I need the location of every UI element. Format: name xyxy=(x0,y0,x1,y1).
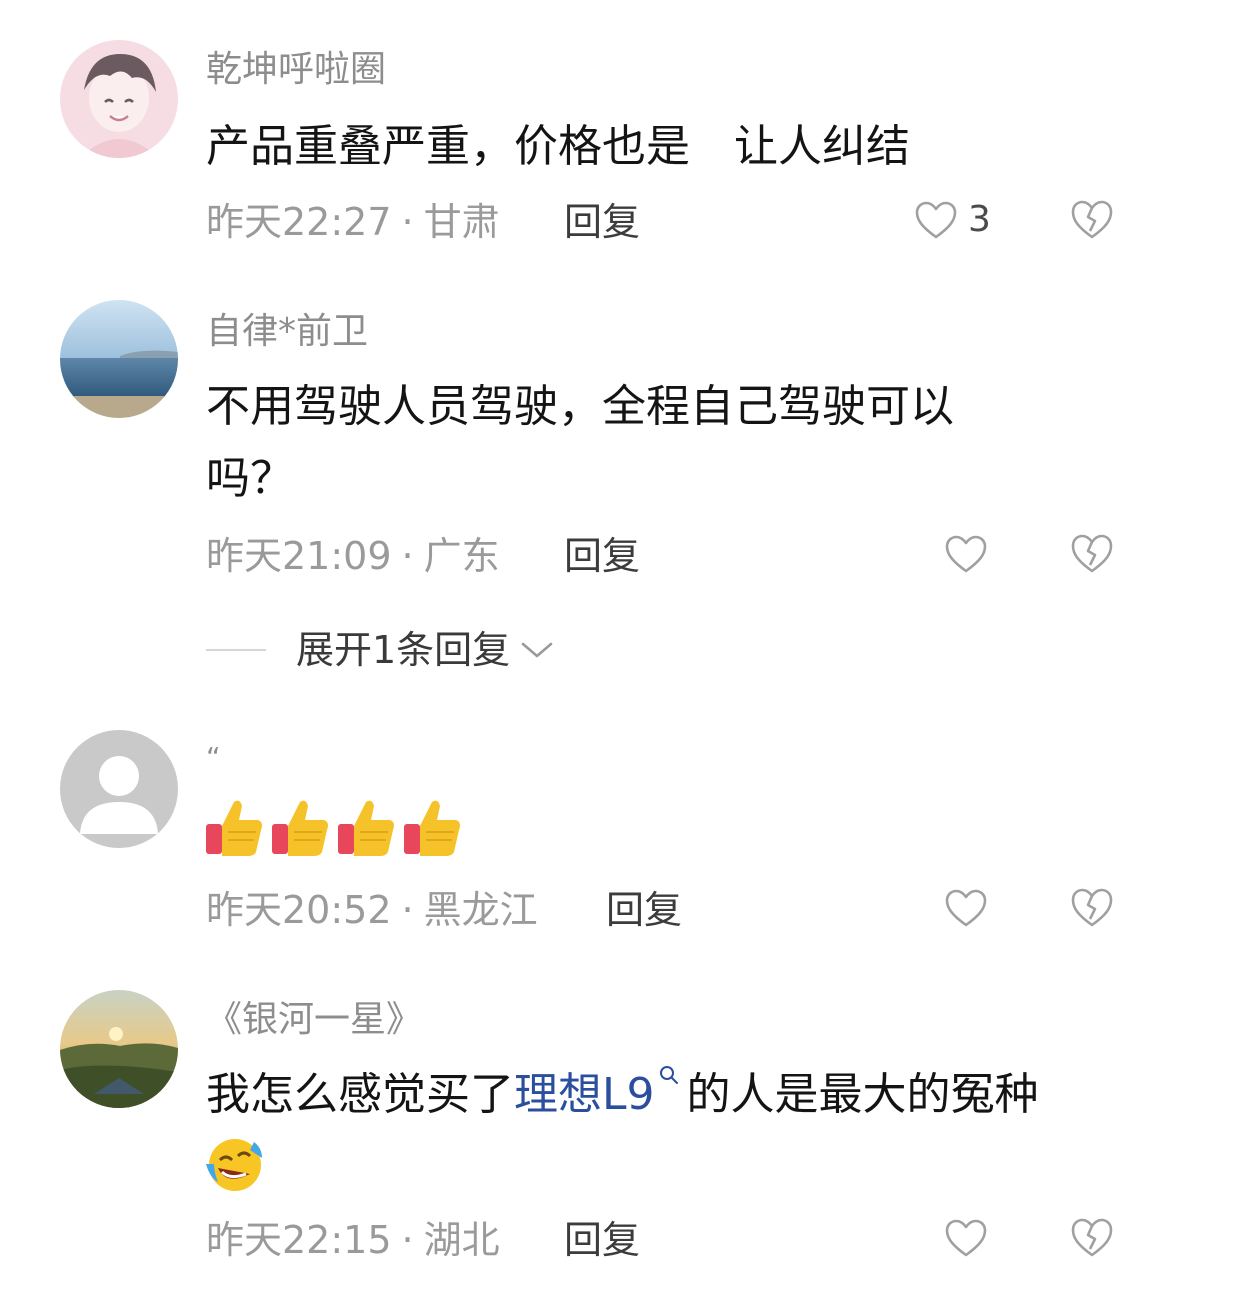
meta-separator: · xyxy=(401,534,414,578)
comment-location: 甘肃 xyxy=(423,200,500,244)
comment-text: 产品重叠严重，价格也是 让人纠结 xyxy=(206,121,910,172)
sunset-landscape-avatar-icon xyxy=(60,990,178,1108)
anime-boy-avatar-icon xyxy=(60,40,178,158)
meta-separator: · xyxy=(401,200,414,244)
avatar[interactable] xyxy=(60,300,178,418)
divider xyxy=(206,649,266,651)
comment-location: 黑龙江 xyxy=(423,888,538,932)
meta-separator: · xyxy=(401,1218,414,1262)
dislike-button[interactable] xyxy=(1070,198,1114,240)
like-button[interactable] xyxy=(944,534,988,574)
expand-replies-button[interactable]: 展开1条回复 xyxy=(206,628,554,672)
comment-time: 昨天22:15 xyxy=(206,1218,392,1262)
thumbs-up-icon xyxy=(206,800,262,856)
emoji xyxy=(204,1134,266,1196)
dislike-button[interactable] xyxy=(1070,1216,1114,1258)
heart-icon xyxy=(945,889,987,927)
comment-text-line: 吗？ xyxy=(206,453,294,504)
reply-button[interactable]: 回复 xyxy=(606,888,682,932)
reply-button[interactable]: 回复 xyxy=(564,1218,640,1262)
dislike-button[interactable] xyxy=(1070,886,1114,928)
reply-button[interactable]: 回复 xyxy=(564,200,640,244)
broken-heart-icon xyxy=(1071,200,1113,239)
avatar[interactable] xyxy=(60,730,178,848)
comment-text: 我怎么感觉买了理想L9 的人是最大的冤种 xyxy=(206,1060,1039,1130)
comment-meta: 昨天20:52 · 黑龙江 xyxy=(206,888,538,932)
avatar[interactable] xyxy=(60,990,178,1108)
comment-time: 昨天20:52 xyxy=(206,888,392,932)
broken-heart-icon xyxy=(1071,1218,1113,1257)
comment-meta: 昨天21:09 · 广东 xyxy=(206,534,500,578)
search-icon[interactable] xyxy=(657,1063,681,1087)
like-button[interactable]: 3 xyxy=(914,200,991,240)
username[interactable]: 自律*前卫 xyxy=(206,312,368,352)
like-button[interactable] xyxy=(944,1218,988,1258)
comment-text-before: 我怎么感觉买了 xyxy=(206,1069,514,1120)
laughing-tears-icon xyxy=(206,1139,262,1191)
username[interactable]: “ xyxy=(206,738,221,778)
emoji-group xyxy=(204,796,462,860)
expand-replies-label: 展开1条回复 xyxy=(296,628,511,672)
dislike-button[interactable] xyxy=(1070,532,1114,574)
comment-time: 昨天21:09 xyxy=(206,534,392,578)
like-button[interactable] xyxy=(944,888,988,928)
username[interactable]: 乾坤呼啦圈 xyxy=(206,50,386,90)
comment-time: 昨天22:27 xyxy=(206,200,392,244)
product-link[interactable]: 理想L9 xyxy=(514,1069,655,1120)
broken-heart-icon xyxy=(1071,534,1113,573)
avatar[interactable] xyxy=(60,40,178,158)
thumbs-up-icon xyxy=(404,800,460,856)
thumbs-up-icon xyxy=(338,800,394,856)
comment-list: 乾坤呼啦圈 产品重叠严重，价格也是 让人纠结 昨天22:27·甘肃 回复 3 xyxy=(0,0,1236,1308)
comment-text-line: 不用驾驶人员驾驶，全程自己驾驶可以 xyxy=(206,381,954,432)
comment-meta: 昨天22:27 · 甘肃 xyxy=(206,200,500,244)
thumbs-up-icon xyxy=(272,800,328,856)
comment-location: 湖北 xyxy=(423,1218,500,1262)
username[interactable]: 《银河一星》 xyxy=(206,1000,422,1040)
heart-icon xyxy=(945,1219,987,1257)
heart-icon xyxy=(945,535,987,573)
comment-location: 广东 xyxy=(423,534,500,578)
comment-text-after: 的人是最大的冤种 xyxy=(686,1069,1039,1120)
default-user-avatar-icon xyxy=(60,730,178,848)
chevron-down-icon xyxy=(521,642,553,658)
comment-meta: 昨天22:15 · 湖北 xyxy=(206,1218,500,1262)
heart-icon xyxy=(915,201,957,239)
reply-button[interactable]: 回复 xyxy=(564,534,640,578)
meta-separator: · xyxy=(401,888,414,932)
sea-landscape-avatar-icon xyxy=(60,300,178,418)
like-count: 3 xyxy=(968,199,991,240)
broken-heart-icon xyxy=(1071,888,1113,927)
